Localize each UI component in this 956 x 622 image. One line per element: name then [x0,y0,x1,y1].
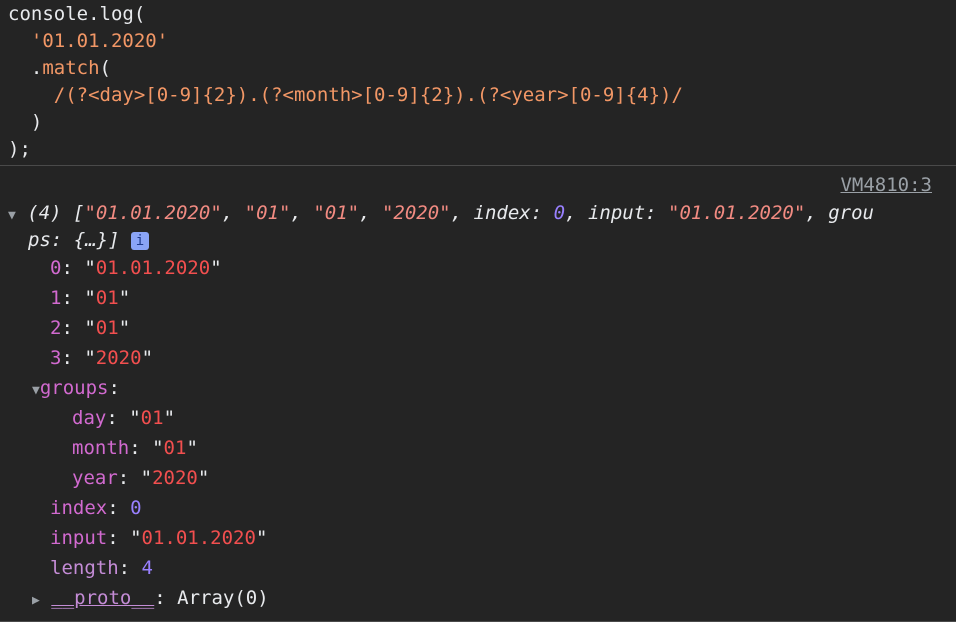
code-line-2: '01.01.2020' [8,29,168,53]
code-line-5: ) [8,110,42,134]
index-row: index: 0 [50,497,142,519]
proto-row[interactable]: ▶ __proto__: Array(0) [32,586,269,613]
code-line-6: ); [8,137,31,161]
code-editor[interactable]: console.log( '01.01.2020' .match( /(?<da… [0,0,956,166]
console-output: VM4810:3 ▼ (4) ["01.01.2020", "01", "01"… [0,166,956,622]
entry-row: 1: "01" [50,287,131,309]
expand-down-icon[interactable]: ▼ [8,204,16,228]
input-row: input: "01.01.2020" [50,527,268,549]
code-match-method: match [42,57,100,79]
code-statement-end: ); [8,138,31,160]
info-icon[interactable]: i [130,231,149,250]
code-string-literal: '01.01.2020' [30,30,169,52]
code-console-log: console.log( [8,3,146,25]
code-dot: . [30,57,43,79]
code-paren: ( [99,57,111,79]
group-item: day: "01" [72,407,176,429]
expand-down-icon[interactable]: ▼ [32,379,40,403]
entry-row: 3: "2020" [50,347,154,369]
code-regex: /(?<day>[0-9]{2}).(?<month>[0-9]{2}).(?<… [53,84,683,106]
code-close-paren: ) [30,111,43,133]
groups-row[interactable]: ▼groups: [32,376,120,403]
group-item: year: "2020" [72,467,210,489]
code-line-1: console.log( [8,2,145,26]
expand-right-icon[interactable]: ▶ [32,589,40,613]
source-link[interactable]: VM4810:3 [840,174,932,196]
code-line-3: .match( [8,56,111,80]
entry-row: 0: "01.01.2020" [50,257,222,279]
array-summary-wrap: ps: {…}] i [28,228,149,252]
entry-row: 2: "01" [50,317,131,339]
group-item: month: "01" [72,437,198,459]
code-line-4: /(?<day>[0-9]{2}).(?<month>[0-9]{2}).(?<… [8,83,683,107]
length-row: length: 4 [50,557,153,579]
array-summary[interactable]: ▼ (4) ["01.01.2020", "01", "01", "2020",… [8,201,874,228]
